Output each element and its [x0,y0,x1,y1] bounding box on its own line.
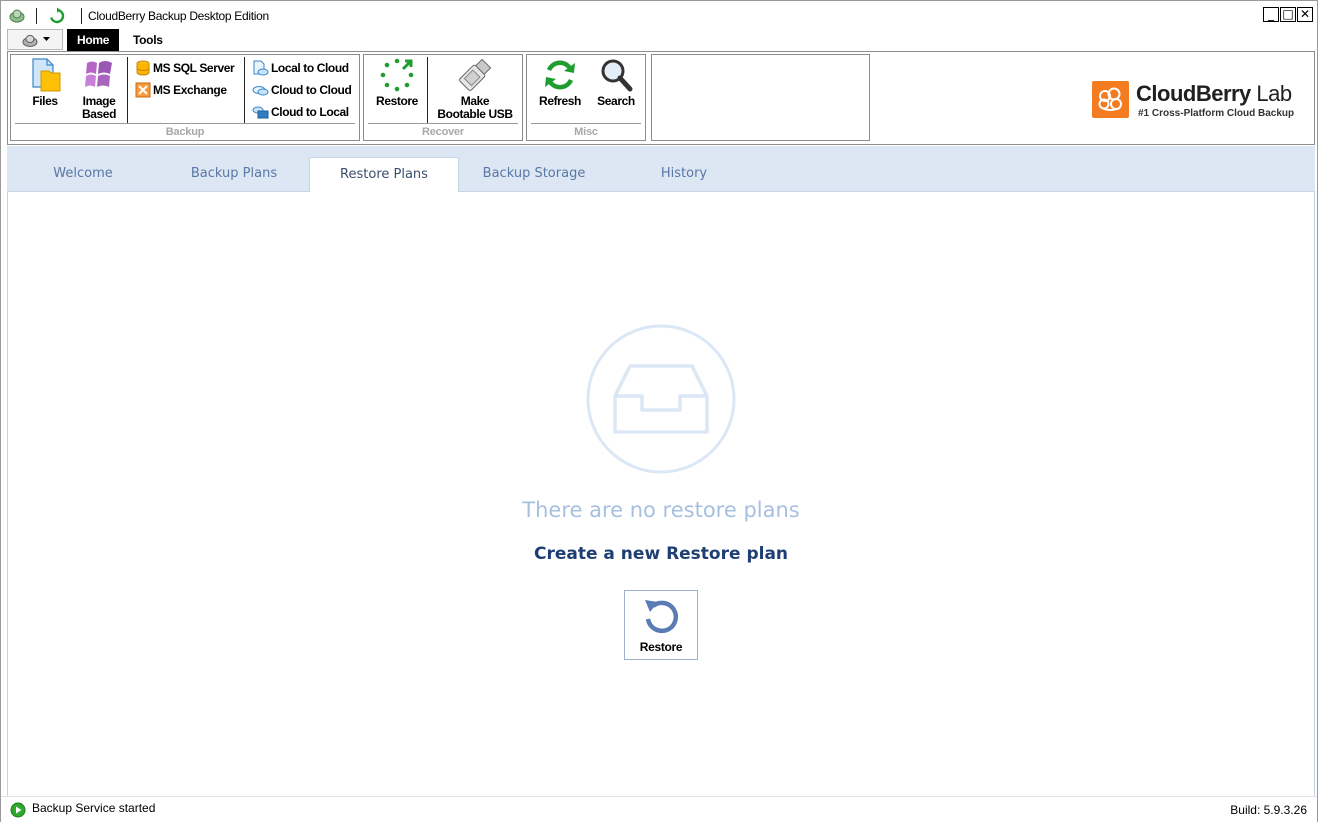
ribbon-group-backup: Files Image Based MS SQL Server MS Excha… [10,54,360,141]
make-usb-label-line2: Bootable USB [437,107,513,121]
ribbon-group-label-backup: Backup [15,123,355,139]
ms-exchange-label: MS Exchange [153,83,227,97]
image-based-label-line2: Based [81,107,117,121]
search-icon [601,59,633,92]
cloudberry-lab-logo: CloudBerry Lab #1 Cross-Platform Cloud B… [1092,81,1296,121]
service-running-icon [10,802,26,818]
tab-backup-storage[interactable]: Backup Storage [459,157,609,192]
refresh-icon [545,60,575,90]
ms-exchange-button[interactable]: MS Exchange [135,81,227,99]
ribbon-group-empty [651,54,870,141]
restore-ribbon-button[interactable]: Restore [368,57,426,108]
close-button[interactable]: ✕ [1297,7,1313,22]
window-controls: _ □ ✕ [1263,7,1313,22]
search-button[interactable]: Search [589,57,643,108]
app-window: CloudBerry Backup Desktop Edition _ □ ✕ … [0,0,1318,822]
quick-access-separator [81,8,82,24]
search-label: Search [597,94,635,108]
empty-inbox-icon [586,324,736,474]
restore-button[interactable]: Restore [624,590,698,660]
ribbon-group-recover: Restore Make Bootable USB Recover [363,54,523,141]
ribbon-group-label-recover: Recover [368,123,518,139]
plans-tab-strip: Welcome Backup Plans Restore Plans Backu… [7,146,1315,193]
database-icon [136,60,150,76]
brand-name: CloudBerry Lab [1136,81,1292,107]
ms-sql-server-label: MS SQL Server [153,61,235,75]
restore-arrow-icon [645,600,679,634]
menu-tab-home[interactable]: Home [67,29,120,51]
cloud-to-cloud-icon [252,86,269,96]
empty-state-message: There are no restore plans [522,498,800,522]
ribbon-group-label-misc: Misc [531,123,641,139]
make-bootable-usb-button[interactable]: Make Bootable USB [430,57,520,121]
ms-sql-server-button[interactable]: MS SQL Server [135,59,235,77]
restore-button-label: Restore [639,640,683,654]
local-to-cloud-button[interactable]: Local to Cloud [252,59,349,77]
ribbon-separator [127,57,128,123]
cloud-to-cloud-button[interactable]: Cloud to Cloud [252,81,352,99]
restore-dotted-icon [380,58,414,92]
menu-tab-tools[interactable]: Tools [123,29,173,51]
usb-drive-icon [459,58,492,91]
refresh-quick-icon[interactable] [48,7,66,25]
image-based-button[interactable]: Image Based [71,57,127,121]
app-menu-icon [22,34,37,47]
menu-bar: Home Tools [1,29,1317,51]
files-icon [32,58,61,92]
ribbon: Files Image Based MS SQL Server MS Excha… [7,51,1315,145]
status-bar: Backup Service started Build: 5.9.3.26 [1,796,1317,822]
tab-backup-plans[interactable]: Backup Plans [159,157,309,192]
tab-restore-plans[interactable]: Restore Plans [309,157,459,193]
local-to-cloud-icon [253,60,269,76]
build-version: Build: 5.9.3.26 [1230,803,1307,817]
exchange-icon [135,82,151,98]
quick-access-separator [36,8,37,24]
brand-tagline: #1 Cross-Platform Cloud Backup [1138,108,1295,119]
ribbon-separator [427,57,428,123]
app-menu-button[interactable] [7,29,63,50]
ribbon-separator [244,57,245,123]
refresh-button[interactable]: Refresh [533,57,587,108]
cloud-to-local-button[interactable]: Cloud to Local [252,103,349,121]
local-to-cloud-label: Local to Cloud [271,61,349,75]
brand-name-main: CloudBerry [1136,81,1251,106]
maximize-button[interactable]: □ [1280,7,1296,22]
restore-ribbon-label: Restore [376,94,418,108]
tab-history[interactable]: History [609,157,759,192]
files-button[interactable]: Files [21,57,69,108]
cloud-to-local-label: Cloud to Local [271,105,349,119]
cloud-to-cloud-label: Cloud to Cloud [271,83,352,97]
create-restore-plan-link[interactable]: Create a new Restore plan [8,544,1314,564]
minimize-button[interactable]: _ [1263,7,1279,22]
brand-name-suffix: Lab [1256,81,1292,106]
ribbon-group-misc: Refresh Search Misc [526,54,646,141]
window-title: CloudBerry Backup Desktop Edition [88,9,269,23]
status-message: Backup Service started [32,801,156,815]
restore-plans-panel: There are no restore plans Create a new … [7,192,1315,796]
title-bar: CloudBerry Backup Desktop Edition _ □ ✕ [1,1,1317,29]
cloudberry-app-icon[interactable] [8,7,26,25]
files-label: Files [32,94,58,108]
tab-welcome[interactable]: Welcome [7,157,159,192]
refresh-label: Refresh [539,94,581,108]
chevron-down-icon [42,37,50,41]
cloudberry-logo-icon [1092,81,1129,118]
cloud-to-local-icon [252,106,269,119]
windows-logo-icon [85,61,112,87]
